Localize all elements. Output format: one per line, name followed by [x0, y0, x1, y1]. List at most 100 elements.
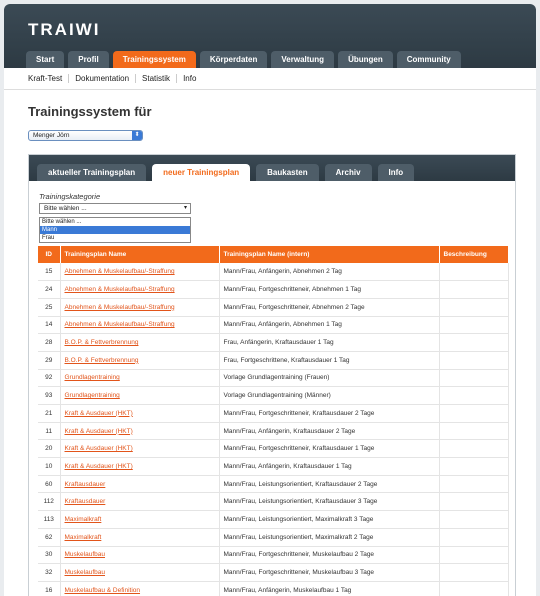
plan-link[interactable]: Kraft & Ausdauer (HKT): [65, 463, 133, 470]
logo: TRAIWI: [28, 20, 101, 39]
cell-id: 32: [38, 563, 61, 582]
cell-name-intern: Mann/Frau, Fortgeschritteneir, Abnehmen …: [219, 280, 440, 299]
category-option[interactable]: Bitte wählen ...: [40, 218, 190, 226]
table-row: 20 Kraft & Ausdauer (HKT) Mann/Frau, Fortg…: [38, 439, 509, 459]
cell-name: Muskelaufbau & Definition: [60, 581, 220, 596]
cell-id: 30: [38, 546, 61, 565]
table-row: 16 Muskelaufbau & Definition Mann/Frau, An…: [38, 581, 509, 596]
category-option[interactable]: Mann: [40, 226, 190, 234]
table-row: 10 Kraft & Ausdauer (HKT) Mann/Frau, Anfän…: [38, 457, 509, 476]
cell-beschreibung: [439, 422, 509, 441]
plan-link[interactable]: Grundlagentraining: [65, 392, 120, 399]
table-row: 24 Abnehmen & Muskelaufbau/-Straffung Mann…: [38, 280, 509, 299]
table-row: 93 Grundlagentraining Vorlage Grundlagentr…: [38, 386, 509, 405]
plan-link[interactable]: Kraft & Ausdauer (HKT): [65, 410, 133, 417]
cell-name: Kraft & Ausdauer (HKT): [60, 439, 220, 459]
plan-link[interactable]: Abnehmen & Muskelaufbau/-Straffung: [65, 286, 175, 293]
tab-archiv[interactable]: Archiv: [324, 164, 372, 181]
cell-beschreibung: [439, 316, 509, 335]
plan-link[interactable]: Kraftausdauer: [65, 481, 106, 488]
cell-name-intern: Vorlage Grundlagentraining (Frauen): [219, 369, 440, 388]
category-label: Trainingskategorie: [39, 192, 101, 201]
tab-baukasten[interactable]: Baukasten: [256, 164, 319, 181]
subnav-dokumentation[interactable]: Dokumentation: [69, 74, 137, 83]
cell-beschreibung: [439, 475, 509, 494]
plan-link[interactable]: Muskelaufbau: [65, 551, 105, 558]
cell-id: 60: [38, 475, 61, 494]
tab-neuer-trainingsplan[interactable]: neuer Trainingsplan: [152, 164, 251, 181]
cell-name: B.O.P. & Fettverbrennung: [60, 333, 220, 352]
cell-name-intern: Mann/Frau, Fortgeschritteneir, Kraftausd…: [219, 439, 440, 459]
plan-link[interactable]: Abnehmen & Muskelaufbau/-Straffung: [65, 268, 175, 275]
cell-id: 112: [38, 492, 61, 512]
cell-beschreibung: [439, 280, 509, 299]
plan-link[interactable]: Kraftausdauer: [65, 498, 106, 505]
tab-info[interactable]: Info: [377, 164, 415, 181]
cell-id: 93: [38, 386, 61, 405]
cell-name-intern: Mann/Frau, Anfängerin, Abnehmen 2 Tag: [219, 263, 440, 282]
tab-koerperdaten[interactable]: Körperdaten: [199, 51, 268, 68]
cell-name-intern: Mann/Frau, Fortgeschritteneir, Muskelauf…: [219, 563, 440, 582]
plan-link[interactable]: Kraft & Ausdauer (HKT): [65, 428, 133, 435]
cell-name: Kraft & Ausdauer (HKT): [60, 457, 220, 476]
category-select[interactable]: Bitte wählen ... ▾: [39, 203, 191, 214]
cell-name: Abnehmen & Muskelaufbau/-Straffung: [60, 263, 220, 282]
plan-link[interactable]: B.O.P. & Fettverbrennung: [65, 357, 139, 364]
cell-beschreibung: [439, 298, 509, 317]
plan-link[interactable]: Abnehmen & Muskelaufbau/-Straffung: [65, 304, 175, 311]
cell-name-intern: Mann/Frau, Fortgeschritteneir, Kraftausd…: [219, 404, 440, 423]
cell-beschreibung: [439, 581, 509, 596]
column-header-id[interactable]: ID: [38, 246, 61, 263]
tab-community[interactable]: Community: [396, 51, 461, 68]
column-header-name[interactable]: Trainingsplan Name: [60, 246, 220, 263]
tab-aktueller-trainingsplan[interactable]: aktueller Trainingsplan: [37, 164, 147, 181]
top-bar: TRAIWI Start Profil Trainingssystem Körp…: [4, 4, 536, 68]
subnav-statistik[interactable]: Statistik: [136, 74, 178, 83]
subnav-info[interactable]: Info: [177, 74, 202, 83]
sub-nav: Kraft-Test Dokumentation Statistik Info: [4, 68, 536, 90]
cell-name: Grundlagentraining: [60, 386, 220, 405]
cell-beschreibung: [439, 386, 509, 405]
plan-link[interactable]: Muskelaufbau: [65, 569, 105, 576]
plan-link[interactable]: B.O.P. & Fettverbrennung: [65, 339, 139, 346]
tab-uebungen[interactable]: Übungen: [338, 51, 393, 68]
tab-start[interactable]: Start: [26, 51, 65, 68]
table-row: 29 B.O.P. & Fettverbrennung Frau, Fortgesc…: [38, 351, 509, 370]
table-row: 62 Maximalkraft Mann/Frau, Leistungsorient…: [38, 528, 509, 547]
tab-trainingssystem[interactable]: Trainingssystem: [112, 51, 196, 68]
cell-beschreibung: [439, 263, 509, 282]
cell-name-intern: Frau, Anfängerin, Kraftausdauer 1 Tag: [219, 333, 440, 352]
cell-name: Grundlagentraining: [60, 369, 220, 388]
plan-link[interactable]: Kraft & Ausdauer (HKT): [65, 445, 133, 452]
plan-link[interactable]: Maximalkraft: [65, 534, 102, 541]
column-header-beschreibung[interactable]: Beschreibung: [439, 246, 509, 263]
table-row: 11 Kraft & Ausdauer (HKT) Mann/Frau, Anfän…: [38, 422, 509, 441]
cell-beschreibung: [439, 439, 509, 459]
table-row: 112 Kraftausdauer Mann/Frau, Leistungsorie…: [38, 492, 509, 512]
chevron-down-icon: ⬍: [132, 131, 142, 140]
cell-name: Maximalkraft: [60, 510, 220, 529]
plan-link[interactable]: Maximalkraft: [65, 516, 102, 523]
cell-beschreibung: [439, 492, 509, 512]
table-row: 15 Abnehmen & Muskelaufbau/-Straffung Mann…: [38, 263, 509, 282]
category-select-value: Bitte wählen ...: [44, 205, 87, 212]
category-dropdown: Bitte wählen ... Mann Frau: [39, 217, 191, 243]
cell-name-intern: Mann/Frau, Fortgeschritteneir, Muskelauf…: [219, 546, 440, 565]
cell-beschreibung: [439, 404, 509, 423]
cell-beschreibung: [439, 546, 509, 565]
column-header-name-intern[interactable]: Trainingsplan Name (intern): [219, 246, 440, 263]
user-select[interactable]: Menger Jörn ⬍: [28, 130, 143, 141]
table-row: 92 Grundlagentraining Vorlage Grundlagentr…: [38, 369, 509, 388]
cell-id: 92: [38, 369, 61, 388]
tab-verwaltung[interactable]: Verwaltung: [271, 51, 335, 68]
subnav-kraft-test[interactable]: Kraft-Test: [28, 74, 70, 83]
tab-profil[interactable]: Profil: [68, 51, 109, 68]
cell-name: Abnehmen & Muskelaufbau/-Straffung: [60, 280, 220, 299]
cell-id: 29: [38, 351, 61, 370]
plan-link[interactable]: Grundlagentraining: [65, 374, 120, 381]
plan-link[interactable]: Muskelaufbau & Definition: [65, 587, 141, 594]
category-option[interactable]: Frau: [40, 234, 190, 242]
cell-name-intern: Mann/Frau, Anfängerin, Kraftausdauer 2 T…: [219, 422, 440, 441]
plan-link[interactable]: Abnehmen & Muskelaufbau/-Straffung: [65, 321, 175, 328]
cell-beschreibung: [439, 369, 509, 388]
